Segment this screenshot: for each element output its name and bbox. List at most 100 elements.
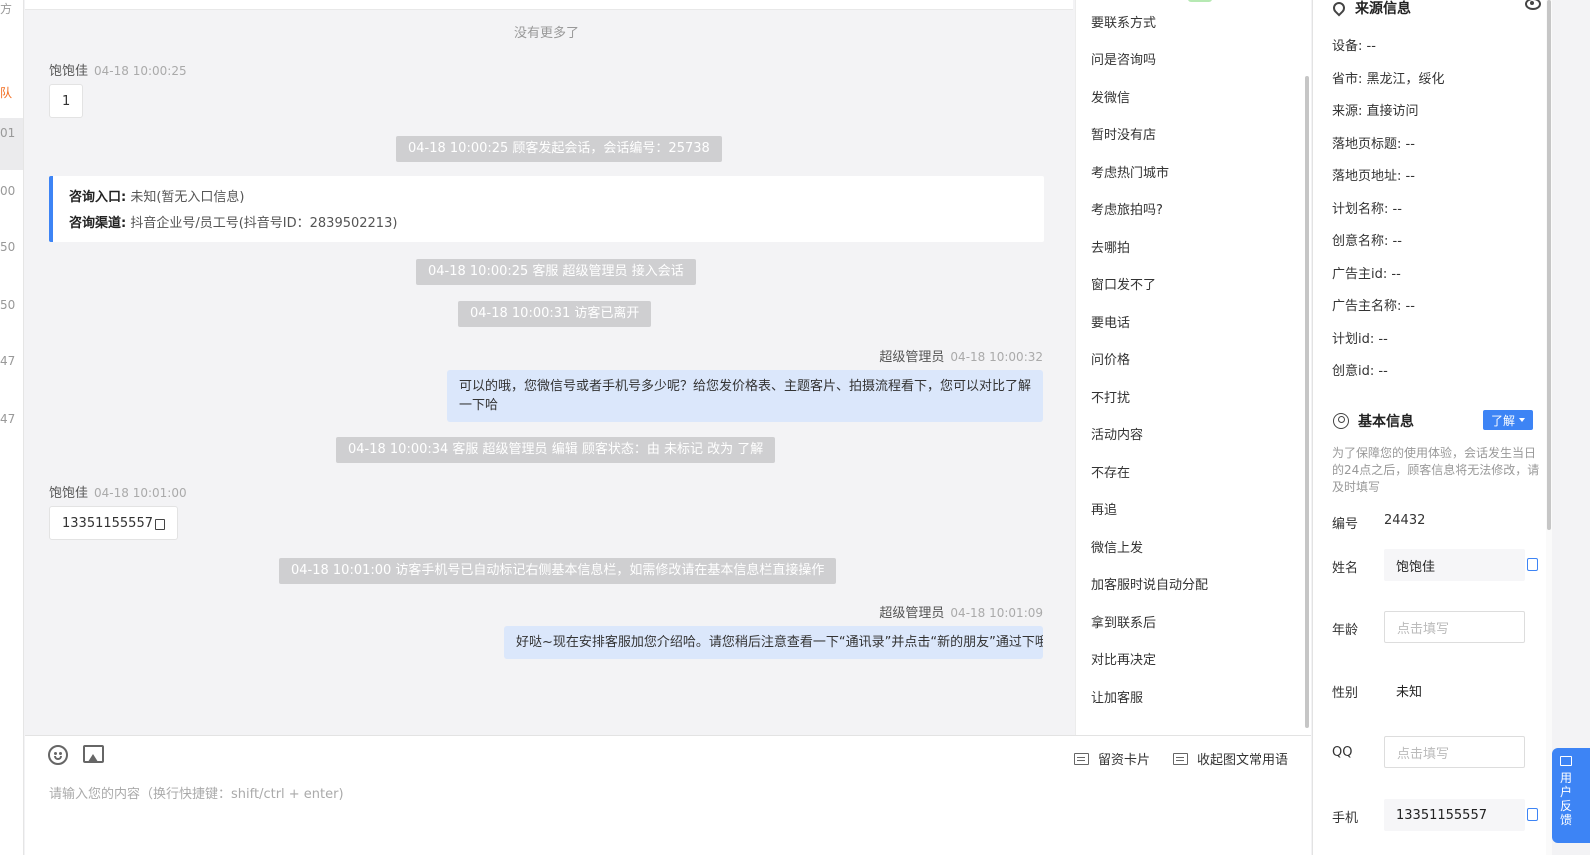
quick-reply-item[interactable]: 考虑旅拍吗? [1091, 199, 1163, 218]
visitor-name: 饱饱佳 [49, 64, 89, 79]
list-item[interactable]: 50 [0, 240, 15, 254]
feedback-char: 户 [1560, 785, 1573, 799]
message-input[interactable]: 请输入您的内容（换行快捷键：shift/ctrl + enter) [49, 783, 344, 802]
list-item[interactable]: 00 [0, 184, 15, 198]
quick-reply-item[interactable]: 要联系方式 [1091, 12, 1156, 31]
customer-info-panel: 来源信息 设备: -- 省市: 黑龙江，绥化 来源: 直接访问 落地页标题: -… [1312, 0, 1552, 855]
name-label: 姓名 [1332, 561, 1359, 576]
consult-channel-row: 咨询渠道: 抖音企业号/员工号(抖音号ID：2839502213) [69, 211, 1028, 237]
quick-reply-item[interactable]: 不打扰 [1091, 387, 1130, 406]
agent-message-meta: 超级管理员 04-18 10:00:32 [879, 346, 1043, 365]
panel-scrollbar-thumb[interactable] [1547, 0, 1551, 530]
message-time: 04-18 10:01:09 [950, 606, 1043, 620]
quick-reply-item[interactable]: 再追 [1091, 499, 1117, 518]
message-text: 可以的哦，您微信号或者手机号多少呢？给您发价格表、主题客片、拍摄流程看下，您可以… [459, 379, 1032, 413]
age-field[interactable]: 点击填写 [1384, 611, 1525, 643]
list-item[interactable]: 队 [0, 84, 12, 101]
consult-channel-value: 抖音企业号/员工号(抖音号ID：2839502213) [130, 216, 398, 231]
quick-reply-item[interactable]: 微信上发 [1091, 537, 1143, 556]
phone-label: 手机 [1332, 811, 1359, 826]
quick-reply-item[interactable]: 加客服时说自动分配 [1091, 574, 1208, 593]
qq-field[interactable]: 点击填写 [1384, 736, 1525, 768]
quick-reply-item[interactable]: 去哪拍 [1091, 237, 1130, 256]
quick-reply-item[interactable]: 问价格 [1091, 349, 1130, 368]
message-text: 13351155557 [62, 515, 153, 531]
quick-reply-item[interactable]: 发微信 [1091, 87, 1130, 106]
feedback-char: 用 [1560, 771, 1573, 785]
customer-status-dropdown[interactable]: 了解 [1483, 410, 1533, 430]
source-row-advertiser-id: 广告主id: -- [1332, 263, 1401, 282]
quick-reply-item[interactable]: 要电话 [1091, 312, 1130, 331]
quick-reply-item[interactable]: 暂时没有店 [1091, 124, 1156, 143]
list-item[interactable]: 47 [0, 354, 15, 368]
quick-reply-item[interactable]: 窗口发不了 [1091, 274, 1156, 293]
message-composer: 留资卡片 收起图文常用语 请输入您的内容（换行快捷键：shift/ctrl + … [25, 735, 1311, 855]
quick-reply-item[interactable]: 考虑热门城市 [1091, 162, 1169, 181]
source-info-label: 来源信息 [1355, 1, 1411, 17]
quick-reply-item[interactable]: 对比再决定 [1091, 649, 1156, 668]
visitor-name: 饱饱佳 [49, 486, 89, 501]
consult-info-card: 咨询入口: 未知(暂无入口信息) 咨询渠道: 抖音企业号/员工号(抖音号ID：2… [49, 176, 1044, 242]
collapse-phrases-button[interactable]: 收起图文常用语 [1173, 749, 1288, 768]
message-text: 好哒~现在安排客服加您介绍哈。请您稍后注意查看一下“通讯录”并点击“新的朋友”通… [516, 635, 1043, 650]
gender-field[interactable]: 未知 [1384, 674, 1525, 706]
field-label: 落地页标题: [1332, 137, 1402, 152]
quick-reply-item[interactable]: 拿到联系后 [1091, 612, 1156, 631]
system-message: 04-18 10:01:00 访客手机号已自动标记右侧基本信息栏，如需修改请在基… [279, 558, 837, 584]
agent-message-bubble: 好哒~现在安排客服加您介绍哈。请您稍后注意查看一下“通讯录”并点击“新的朋友”通… [504, 626, 1043, 659]
image-icon[interactable] [83, 745, 104, 763]
quick-replies-panel: 要联系方式 问是咨询吗 发微信 暂时没有店 考虑热门城市 考虑旅拍吗? 去哪拍 … [1075, 0, 1311, 735]
source-row-plan-id: 计划id: -- [1332, 328, 1388, 347]
field-label: 省市: [1332, 72, 1363, 87]
card-icon [1173, 752, 1188, 765]
quick-reply-item[interactable]: 问是咨询吗 [1091, 49, 1156, 68]
qq-label: QQ [1332, 745, 1353, 760]
lead-card-button[interactable]: 留资卡片 [1074, 749, 1150, 768]
source-row-device: 设备: -- [1332, 35, 1376, 54]
field-value: -- [1405, 299, 1415, 314]
card-icon [1074, 752, 1089, 765]
lead-card-label: 留资卡片 [1098, 753, 1151, 768]
panel-scrollbar-track [1546, 0, 1552, 855]
agent-message-meta: 超级管理员 04-18 10:01:09 [879, 602, 1043, 621]
field-label: 设备: [1332, 39, 1363, 54]
collapse-phrases-label: 收起图文常用语 [1197, 753, 1289, 768]
basic-info-label: 基本信息 [1358, 414, 1414, 430]
copy-icon[interactable] [1527, 808, 1538, 821]
source-row-creative-name: 创意名称: -- [1332, 230, 1402, 249]
quick-reply-item[interactable]: 活动内容 [1091, 424, 1143, 443]
consult-entry-row: 咨询入口: 未知(暂无入口信息) [69, 185, 1028, 211]
consult-entry-value: 未知(暂无入口信息) [130, 190, 245, 205]
eye-icon[interactable] [1525, 0, 1541, 10]
message-time: 04-18 10:01:00 [94, 486, 187, 500]
field-value: 黑龙江，绥化 [1366, 72, 1445, 87]
source-row-source: 来源: 直接访问 [1332, 100, 1419, 119]
emoji-icon[interactable] [48, 745, 68, 765]
field-label: 广告主名称: [1332, 299, 1402, 314]
quick-reply-item[interactable]: 不存在 [1091, 462, 1130, 481]
message-time: 04-18 10:00:32 [950, 350, 1043, 364]
name-field[interactable]: 饱饱佳 [1384, 549, 1525, 581]
quick-replies-scrollbar[interactable] [1305, 76, 1309, 728]
list-item[interactable]: 47 [0, 412, 15, 426]
user-icon [1333, 413, 1349, 429]
feedback-tab[interactable]: 用 户 反 馈 [1552, 748, 1590, 843]
quick-reply-item[interactable]: 让加客服 [1091, 687, 1143, 706]
system-message: 04-18 10:00:25 顾客发起会话，会话编号：25738 [396, 136, 722, 162]
agent-message-bubble: 可以的哦，您微信号或者手机号多少呢？给您发价格表、主题客片、拍摄流程看下，您可以… [447, 370, 1043, 422]
field-value: 直接访问 [1366, 104, 1419, 119]
list-item-active[interactable]: 01 [0, 118, 23, 170]
copy-icon[interactable] [1527, 558, 1538, 571]
age-label: 年龄 [1332, 623, 1359, 638]
visitor-message-meta: 饱饱佳 04-18 10:01:00 [49, 482, 187, 501]
field-value: -- [1391, 267, 1401, 282]
phone-field[interactable]: 13351155557 [1384, 799, 1525, 831]
message-text: 1 [62, 93, 71, 109]
list-item[interactable]: 50 [0, 298, 15, 312]
feedback-char: 馈 [1560, 813, 1573, 827]
field-value: -- [1392, 234, 1402, 249]
agent-name: 超级管理员 [879, 350, 945, 365]
source-row-province: 省市: 黑龙江，绥化 [1332, 68, 1445, 87]
list-item[interactable]: 方 [0, 0, 12, 17]
copy-icon[interactable] [154, 518, 165, 530]
